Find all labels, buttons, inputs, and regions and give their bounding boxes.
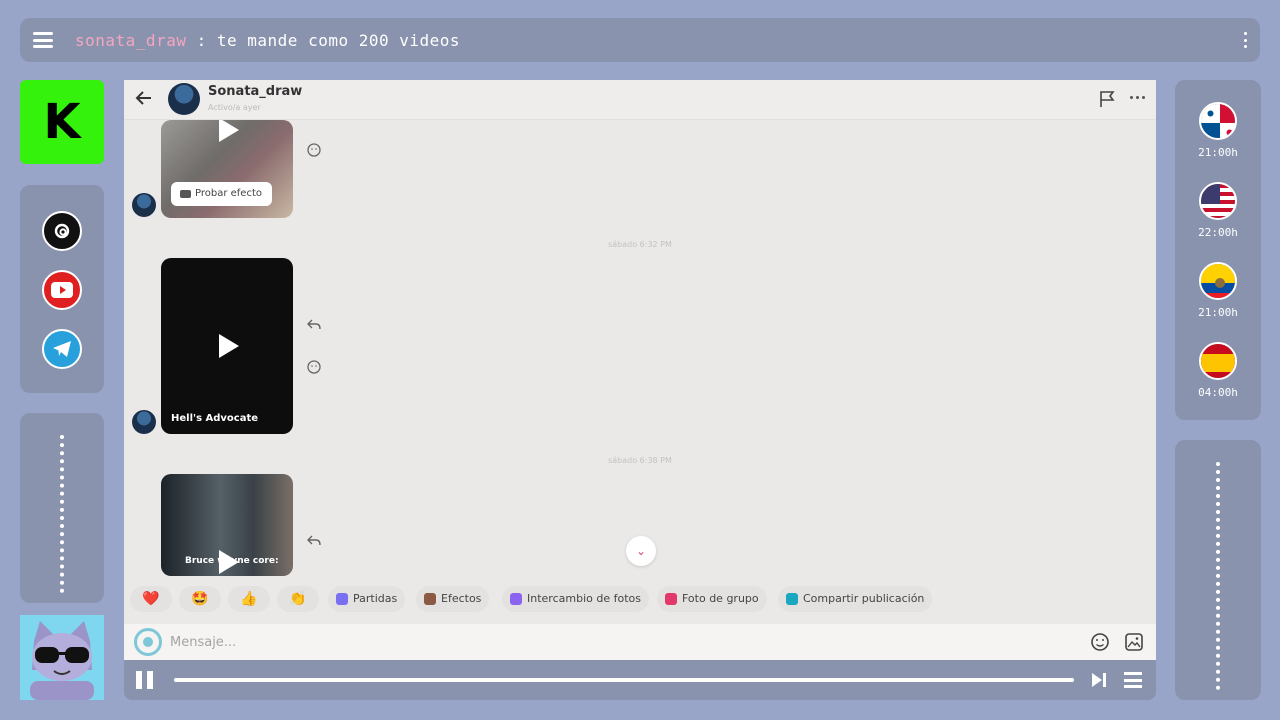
more-horizontal-icon[interactable] xyxy=(1130,96,1145,99)
left-decor-panel xyxy=(20,413,104,603)
kick-logo[interactable]: K xyxy=(20,80,104,164)
contact-name[interactable]: Sonata_draw xyxy=(208,84,302,99)
camera-icon xyxy=(180,190,191,198)
panama-flag-icon xyxy=(1199,102,1237,140)
message-composer xyxy=(124,624,1156,660)
chat-header: Sonata_draw Activo/a ayer xyxy=(124,80,1156,120)
playback-progress-fill xyxy=(174,678,1074,682)
streamer-avatar xyxy=(20,615,104,700)
chat-ticker: sonata_draw : te mande como 200 videos xyxy=(75,31,460,50)
social-links-panel xyxy=(20,185,104,393)
timezone-time: 22:00h xyxy=(1198,226,1238,239)
back-arrow-icon[interactable] xyxy=(134,88,154,108)
chat-window: Sonata_draw Activo/a ayer Probar efecto … xyxy=(124,80,1156,660)
message-input[interactable] xyxy=(170,632,770,652)
sender-avatar[interactable] xyxy=(132,410,156,434)
pause-icon[interactable] xyxy=(136,671,156,691)
chip-label: Intercambio de fotos xyxy=(527,592,641,605)
chip-compartir-publicacion[interactable]: Compartir publicación xyxy=(778,586,933,612)
group-photo-icon xyxy=(665,593,677,605)
timezone-time: 21:00h xyxy=(1198,306,1238,319)
ticker-username: sonata_draw xyxy=(75,30,187,50)
right-decor-panel xyxy=(1175,440,1261,700)
chip-label: Compartir publicación xyxy=(803,592,925,605)
kick-logo-letter: K xyxy=(43,94,81,150)
react-emoji-icon[interactable] xyxy=(306,359,322,375)
stream-topbar: sonata_draw : te mande como 200 videos xyxy=(20,18,1260,62)
gamepad-icon xyxy=(336,593,348,605)
sender-avatar[interactable] xyxy=(132,193,156,217)
video-message-thumbnail[interactable]: Bruce wayne core: xyxy=(161,474,293,576)
chip-foto-grupo[interactable]: Foto de grupo xyxy=(657,586,767,612)
ecuador-flag-icon xyxy=(1199,262,1237,300)
ticker-separator: : xyxy=(186,30,217,50)
video-caption: Bruce wayne core: xyxy=(185,556,279,566)
chip-label: Efectos xyxy=(441,592,482,605)
timezone-time: 04:00h xyxy=(1198,386,1238,399)
emoji-heart-chip[interactable]: ❤️ xyxy=(130,586,172,612)
youtube-icon[interactable] xyxy=(42,270,82,310)
chip-intercambio-fotos[interactable]: Intercambio de fotos xyxy=(502,586,649,612)
report-flag-icon[interactable] xyxy=(1098,90,1116,108)
contact-avatar[interactable] xyxy=(168,83,200,115)
ticker-message: te mande como 200 videos xyxy=(216,30,461,50)
play-icon xyxy=(219,120,239,142)
usa-flag-icon xyxy=(1199,182,1237,220)
chip-label: Foto de grupo xyxy=(682,592,759,605)
scroll-down-chevron-icon[interactable]: ⌄ xyxy=(626,536,656,566)
photo-swap-icon xyxy=(510,593,522,605)
share-post-icon xyxy=(786,593,798,605)
timestamp: sábado 6:32 PM xyxy=(608,240,672,249)
timezone-time: 21:00h xyxy=(1198,146,1238,159)
hamburger-menu-icon[interactable] xyxy=(33,32,53,48)
dotted-line xyxy=(1216,462,1220,690)
playback-progress[interactable] xyxy=(174,678,1074,682)
timezone-panama: 21:00h xyxy=(1175,102,1261,159)
timezone-spain: 04:00h xyxy=(1175,342,1261,399)
emoji-thumbsup-chip[interactable]: 👍 xyxy=(228,586,270,612)
telegram-icon[interactable] xyxy=(42,329,82,369)
try-effect-button[interactable]: Probar efecto xyxy=(171,182,272,206)
gallery-icon[interactable] xyxy=(1124,632,1144,652)
media-player-bar xyxy=(124,660,1156,700)
timezones-panel: 21:00h 22:00h 21:00h 04:00h xyxy=(1175,80,1261,420)
threads-icon[interactable] xyxy=(42,211,82,251)
dotted-line xyxy=(60,435,64,593)
chip-efectos[interactable]: Efectos xyxy=(416,586,490,612)
more-vertical-icon[interactable] xyxy=(1244,32,1248,48)
timezone-ecuador: 21:00h xyxy=(1175,262,1261,319)
contact-status: Activo/a ayer xyxy=(208,103,261,112)
react-emoji-icon[interactable] xyxy=(306,142,322,158)
quick-actions-bar: ❤️ 🤩 👍 👏 Partidas Efectos Intercambio de… xyxy=(124,584,1156,614)
chip-partidas[interactable]: Partidas xyxy=(328,586,406,612)
reply-icon[interactable] xyxy=(306,532,322,548)
video-message-thumbnail[interactable]: Probar efecto xyxy=(161,120,293,218)
try-effect-label: Probar efecto xyxy=(195,188,262,199)
timezone-usa: 22:00h xyxy=(1175,182,1261,239)
effects-icon xyxy=(424,593,436,605)
chip-label: Partidas xyxy=(353,592,398,605)
skip-next-icon[interactable] xyxy=(1090,671,1108,689)
play-icon xyxy=(219,334,239,358)
timestamp: sábado 6:38 PM xyxy=(608,456,672,465)
reply-icon[interactable] xyxy=(306,316,322,332)
playlist-icon[interactable] xyxy=(1124,672,1142,688)
emoji-clap-chip[interactable]: 👏 xyxy=(277,586,319,612)
spain-flag-icon xyxy=(1199,342,1237,380)
sticker-icon[interactable] xyxy=(1090,632,1110,652)
video-caption: Hell's Advocate xyxy=(171,413,259,424)
video-message-thumbnail[interactable]: Hell's Advocate xyxy=(161,258,293,434)
camera-button-icon[interactable] xyxy=(134,628,162,656)
emoji-starstruck-chip[interactable]: 🤩 xyxy=(179,586,221,612)
